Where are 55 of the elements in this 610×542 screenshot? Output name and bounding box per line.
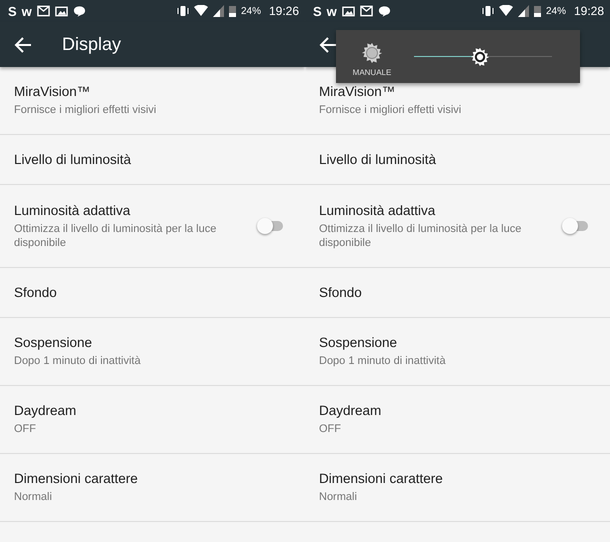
app-letter: w: [326, 4, 337, 18]
wifi-icon: [498, 5, 513, 17]
setting-summary: Dopo 1 minuto di inattività: [14, 354, 142, 368]
setting-title[interactable]: Luminosità adattiva: [14, 202, 245, 218]
setting-summary: Normali: [14, 490, 53, 504]
battery-icon: [228, 5, 236, 17]
setting-title[interactable]: Sfondo: [319, 285, 588, 300]
vibrate-icon: [482, 5, 494, 17]
setting-title[interactable]: Luminosità adattiva: [319, 202, 550, 218]
toggle-switch[interactable]: [257, 218, 283, 234]
setting-summary: OFF: [14, 422, 37, 436]
signal-icon: [212, 5, 224, 17]
chat-icon: [378, 5, 391, 17]
setting-title[interactable]: Dimensioni carattere: [14, 471, 283, 486]
app-letter: w: [22, 4, 32, 18]
setting-summary: Ottimizza il livello di luminosità per la luce disponibile: [14, 222, 218, 250]
image-icon: [342, 5, 355, 17]
screen-title: Display: [62, 34, 122, 55]
clock: 19:26: [268, 4, 299, 18]
setting-title[interactable]: MiraVision™: [14, 84, 283, 99]
back-arrow-icon[interactable]: [319, 36, 337, 54]
toggle-switch[interactable]: [562, 218, 588, 234]
clock: 19:28: [574, 4, 604, 18]
vibrate-icon: [176, 5, 189, 17]
app-letter: S: [313, 4, 322, 18]
setting-summary: Normali: [319, 490, 358, 504]
setting-title[interactable]: Livello di luminosità: [14, 152, 283, 167]
setting-summary: Fornisce i migliori effetti visivi: [319, 103, 462, 117]
battery-percent: 24%: [240, 6, 261, 16]
battery-icon: [534, 5, 541, 17]
setting-title[interactable]: Sfondo: [14, 285, 283, 300]
setting-summary: Dopo 1 minuto di inattività: [319, 354, 447, 368]
setting-summary: Ottimizza il livello di luminosità per la luce disponibile: [319, 222, 522, 250]
setting-title[interactable]: Dimensioni carattere: [319, 471, 588, 486]
setting-title[interactable]: Sospensione: [14, 335, 283, 350]
slider-thumb[interactable]: [470, 46, 490, 66]
image-icon: [54, 5, 68, 17]
setting-title[interactable]: Livello di luminosità: [319, 152, 588, 167]
setting-title[interactable]: MiraVision™: [319, 84, 588, 99]
setting-title[interactable]: Daydream: [14, 403, 283, 418]
brightness-mode[interactable]: MANUALE: [352, 68, 392, 77]
mail-icon: [36, 5, 50, 17]
brightness-slider[interactable]: [414, 46, 552, 66]
wifi-icon: [194, 5, 208, 17]
app-letter: S: [8, 4, 17, 18]
chat-icon: [72, 5, 86, 17]
battery-percent: 24%: [546, 6, 566, 16]
setting-title[interactable]: Daydream: [319, 403, 588, 418]
setting-title[interactable]: Sospensione: [319, 335, 588, 350]
mail-icon: [360, 5, 373, 17]
signal-icon: [518, 5, 529, 17]
brightness-icon: [361, 42, 383, 64]
setting-summary: Fornisce i migliori effetti visivi: [14, 103, 158, 117]
setting-summary: OFF: [319, 422, 342, 436]
back-arrow-icon[interactable]: [14, 36, 32, 54]
